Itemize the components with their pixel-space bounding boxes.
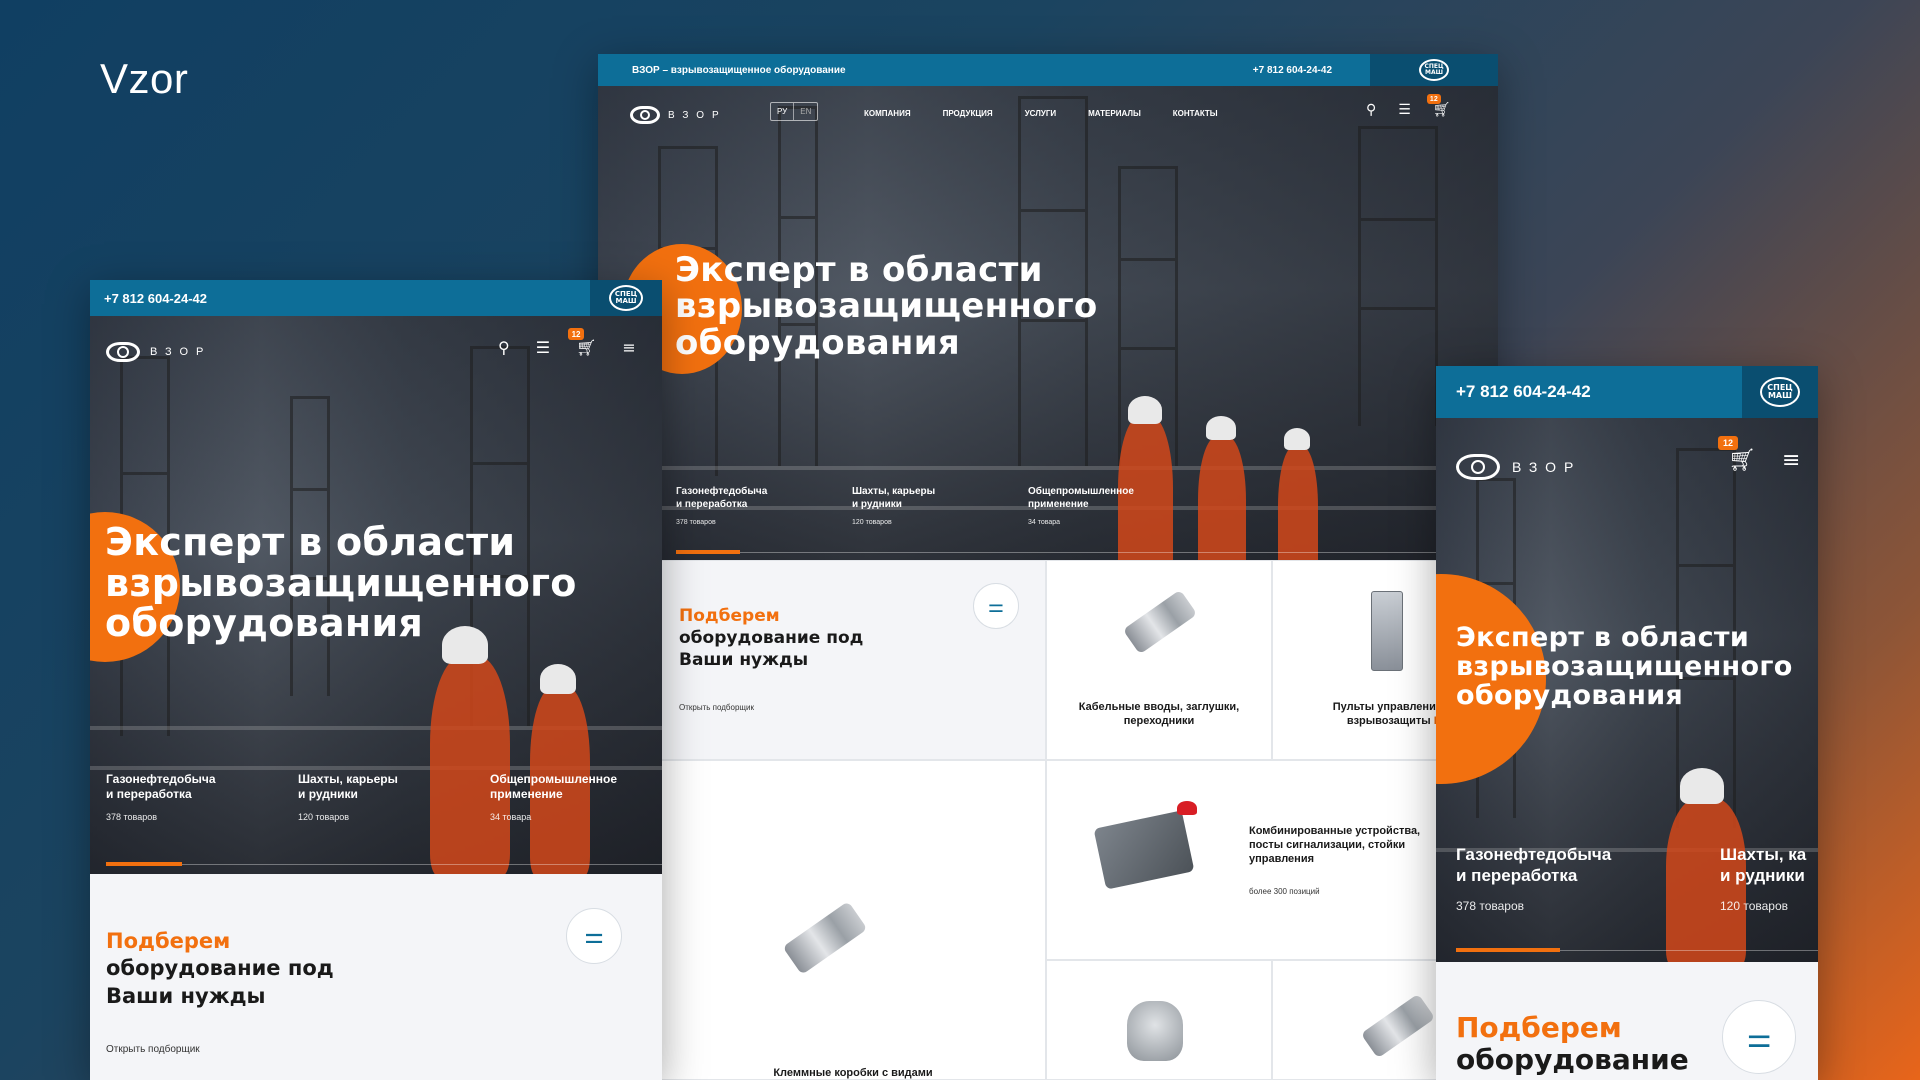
cart-button[interactable]: 🛒︎ 12: [1718, 436, 1756, 473]
desktop-icons: ⚲ ☰ 🛒︎ 12: [1366, 94, 1451, 118]
desktop-hero: ВЗОР РУ EN КОМПАНИЯ ПРОДУКЦИЯ УСЛУГИ МАТ…: [598, 86, 1498, 592]
nav-products[interactable]: ПРОДУКЦИЯ: [943, 109, 993, 118]
desktop-phone[interactable]: +7 812 604-24-42: [1253, 65, 1332, 76]
mobile-phone[interactable]: +7 812 604-24-42: [1456, 382, 1591, 402]
tablet-selector-section: Подберем оборудование под Ваши нужды Отк…: [90, 874, 662, 1080]
mobile-logo[interactable]: ВЗОР: [1456, 454, 1581, 480]
eye-logo-icon: [630, 106, 660, 124]
cart-icon: 🛒︎: [576, 338, 597, 357]
selector-accent: Подберем: [106, 929, 231, 953]
tablet-logo[interactable]: ВЗОР: [106, 342, 211, 362]
desktop-category-active-indicator: [676, 550, 740, 554]
language-switch: РУ EN: [770, 102, 819, 121]
tablet-icons: ⚲ ☰ 🛒︎ 12 ≡: [498, 328, 636, 357]
selector-link[interactable]: Открыть подборщик: [106, 1044, 200, 1055]
tablet-hero-title: Эксперт в области взрывозащищенного обор…: [105, 520, 577, 646]
mobile-category-mines[interactable]: Шахты, ка и рудники 120 товаров: [1720, 844, 1806, 913]
sliders-icon: ⚌: [1746, 1020, 1772, 1054]
cart-badge: 12: [1718, 436, 1738, 450]
desktop-selector-cell: Подберем оборудование под Ваши нужды Отк…: [660, 560, 1046, 760]
sliders-icon: ⚌: [987, 595, 1005, 617]
tablet-hero: ВЗОР ⚲ ☰ 🛒︎ 12 ≡ Эксперт в области взрыв…: [90, 316, 662, 874]
mobile-hero-title: Эксперт в области взрывозащищенного обор…: [1456, 622, 1793, 711]
desktop-product-combined-devices[interactable]: Комбинированные устройства, посты сигнал…: [1046, 760, 1498, 960]
tablet-category-mines[interactable]: Шахты, карьеры и рудники 120 товаров: [298, 772, 398, 822]
selector-filter-button[interactable]: ⚌: [973, 583, 1019, 629]
desktop-product-cable-glands[interactable]: Кабельные вводы, заглушки, переходники: [1046, 560, 1272, 760]
mobile-hero: ВЗОР 🛒︎ 12 ≡ Эксперт в области взрывозащ…: [1436, 418, 1818, 962]
lang-ru[interactable]: РУ: [771, 103, 795, 120]
tablet-spec-box[interactable]: СПЕЦ МАШ: [590, 280, 662, 316]
mobile-selector-section: Подберем оборудование ⚌: [1436, 962, 1818, 1080]
cable-gland-image: [1122, 589, 1198, 655]
selector-filter-button[interactable]: ⚌: [566, 908, 622, 964]
cart-badge: 12: [1426, 94, 1441, 104]
search-icon[interactable]: ⚲: [1366, 102, 1376, 118]
selector-filter-button[interactable]: ⚌: [1722, 1000, 1796, 1074]
tablet-category-general[interactable]: Общепромышленное применение 34 товара: [490, 772, 617, 822]
cable-gland-large-image: [782, 901, 868, 975]
spec-logo-icon: СПЕЦ МАШ: [1760, 377, 1800, 407]
selector-line2: оборудование под: [679, 628, 864, 649]
selector-line3: Ваши нужды: [679, 650, 809, 671]
mobile-category-active-indicator: [1456, 948, 1560, 952]
eye-logo-icon: [106, 342, 140, 362]
emergency-stop-icon: [1177, 801, 1197, 815]
search-icon[interactable]: ⚲: [498, 338, 510, 357]
nav-materials[interactable]: МАТЕРИАЛЫ: [1088, 109, 1141, 118]
desktop-category-mines[interactable]: Шахты, карьеры и рудники 120 товаров: [852, 486, 935, 526]
mobile-spec-box[interactable]: СПЕЦ МАШ: [1742, 366, 1818, 418]
desktop-nav: КОМПАНИЯ ПРОДУКЦИЯ УСЛУГИ МАТЕРИАЛЫ КОНТ…: [864, 109, 1218, 118]
desktop-topbar: ВЗОР – взрывозащищенное оборудование +7 …: [598, 54, 1498, 86]
selector-accent: Подберем: [1456, 1011, 1622, 1044]
mobile-category-oilgas[interactable]: Газонефтедобыча и переработка 378 товаро…: [1456, 844, 1611, 913]
tablet-category-active-indicator: [106, 862, 182, 866]
desktop-topbar-text: ВЗОР – взрывозащищенное оборудование: [632, 64, 846, 76]
selector-accent: Подберем: [679, 606, 780, 626]
desktop-category-oilgas[interactable]: Газонефтедобыча и переработка 378 товаро…: [676, 486, 767, 526]
desktop-product-lamp[interactable]: [1046, 960, 1272, 1080]
sliders-icon: ⚌: [584, 923, 604, 949]
nav-contacts[interactable]: КОНТАКТЫ: [1173, 109, 1218, 118]
eye-logo-icon: [1456, 454, 1500, 480]
nav-company[interactable]: КОМПАНИЯ: [864, 109, 911, 118]
spec-logo-icon: СПЕЦ МАШ: [1419, 59, 1449, 81]
filter-icon[interactable]: ☰: [536, 338, 550, 357]
cart-icon: 🛒︎: [1728, 448, 1756, 473]
mobile-icons: 🛒︎ 12 ≡: [1718, 436, 1800, 473]
cart-button[interactable]: 🛒︎ 12: [568, 328, 597, 357]
showcase-title: Vzor: [100, 55, 189, 102]
desktop-product-large-gland[interactable]: Клеммные коробки с видами: [660, 760, 1046, 1080]
selector-line3: Ваши нужды: [106, 983, 266, 1008]
control-post-image: [1093, 810, 1195, 890]
nav-services[interactable]: УСЛУГИ: [1025, 109, 1056, 118]
lamp-image: [1127, 1001, 1183, 1061]
menu-icon[interactable]: ≡: [622, 338, 635, 357]
mobile-topbar: +7 812 604-24-42 СПЕЦ МАШ: [1436, 366, 1818, 418]
control-panel-image: [1371, 591, 1403, 671]
desktop-mockup: ВЗОР – взрывозащищенное оборудование +7 …: [598, 54, 1498, 1080]
cart-button[interactable]: 🛒︎ 12: [1426, 94, 1451, 118]
menu-icon[interactable]: ≡: [1782, 448, 1800, 473]
tablet-mockup: +7 812 604-24-42 СПЕЦМАШ ВЗОР ⚲ ☰ 🛒︎ 12: [90, 280, 662, 1080]
desktop-spec-box[interactable]: СПЕЦ МАШ: [1370, 54, 1498, 86]
tablet-category-oilgas[interactable]: Газонефтедобыча и переработка 378 товаро…: [106, 772, 216, 822]
desktop-category-general[interactable]: Общепромышленное применение 34 товара: [1028, 486, 1134, 526]
cart-icon: 🛒︎: [1432, 102, 1451, 118]
mobile-mockup: +7 812 604-24-42 СПЕЦ МАШ ВЗОР 🛒︎ 12 ≡ Эк…: [1436, 366, 1818, 1080]
selector-line2: оборудование: [1456, 1043, 1689, 1077]
tablet-phone[interactable]: +7 812 604-24-42: [104, 291, 207, 306]
selector-link[interactable]: Открыть подборщик: [679, 703, 754, 712]
filter-icon[interactable]: ☰: [1398, 102, 1411, 118]
tablet-topbar: +7 812 604-24-42 СПЕЦ МАШ: [90, 280, 662, 316]
lang-en[interactable]: EN: [794, 103, 817, 120]
desktop-logo[interactable]: ВЗОР: [630, 106, 727, 124]
selector-line2: оборудование под: [106, 956, 334, 981]
cart-badge: 12: [568, 328, 585, 340]
desktop-hero-title: Эксперт в области взрывозащищенного обор…: [675, 250, 1098, 363]
spec-logo-icon: СПЕЦ МАШ: [609, 285, 643, 311]
cable-gland-small-image: [1360, 993, 1436, 1059]
